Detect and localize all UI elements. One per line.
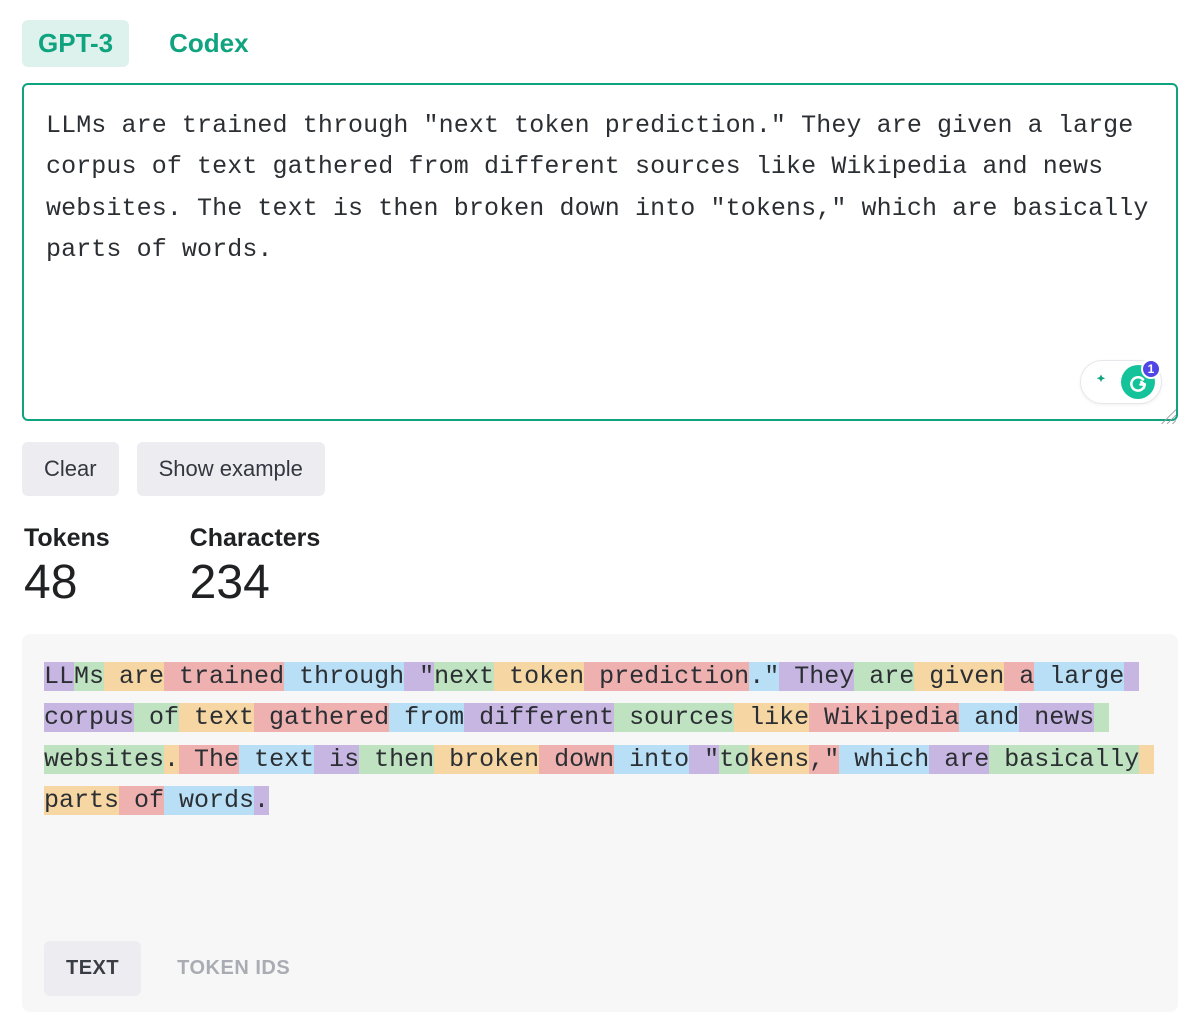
token-span: basically (989, 745, 1139, 774)
input-wrapper: 1 (22, 83, 1178, 426)
show-example-button[interactable]: Show example (137, 442, 325, 496)
tokens-value: 48 (24, 555, 110, 610)
preview-tab-text[interactable]: TEXT (44, 941, 141, 996)
token-span: news (1019, 703, 1094, 732)
token-span: They (779, 662, 854, 691)
token-span: " (404, 662, 434, 691)
token-span: are (854, 662, 914, 691)
token-span: through (284, 662, 404, 691)
token-span: . (254, 786, 269, 815)
token-span: The (179, 745, 239, 774)
token-span: are (104, 662, 164, 691)
token-span: gathered (254, 703, 389, 732)
token-span: and (959, 703, 1019, 732)
grammarly-widget[interactable]: 1 (1080, 360, 1162, 404)
clear-button[interactable]: Clear (22, 442, 119, 496)
token-span: text (239, 745, 314, 774)
token-span: sources (614, 703, 734, 732)
token-span: token (494, 662, 584, 691)
tokens-stat: Tokens 48 (24, 524, 110, 610)
token-span: down (539, 745, 614, 774)
tokenized-text: LLMs are trained through "next token pre… (44, 656, 1156, 821)
token-span: text (179, 703, 254, 732)
token-span: Ms (74, 662, 104, 691)
token-span: then (359, 745, 434, 774)
stats-row: Tokens 48 Characters 234 (22, 524, 1178, 610)
characters-value: 234 (190, 555, 321, 610)
token-span: large (1034, 662, 1124, 691)
characters-label: Characters (190, 524, 321, 553)
token-span: Wikipedia (809, 703, 959, 732)
token-span: which (839, 745, 929, 774)
tab-gpt3[interactable]: GPT-3 (22, 20, 129, 67)
token-span: words (164, 786, 254, 815)
token-span: given (914, 662, 1004, 691)
token-span: is (314, 745, 359, 774)
token-span: ," (809, 745, 839, 774)
page-root: GPT-3 Codex 1 (0, 0, 1200, 1030)
token-span: LL (44, 662, 74, 691)
token-span: to (719, 745, 749, 774)
characters-stat: Characters 234 (190, 524, 321, 610)
token-span: different (464, 703, 614, 732)
token-span: broken (434, 745, 539, 774)
token-span: trained (164, 662, 284, 691)
token-span: of (119, 786, 164, 815)
tokenizer-input[interactable] (22, 83, 1178, 421)
token-span: next (434, 662, 494, 691)
grammarly-count-badge: 1 (1141, 359, 1161, 379)
grammarly-icon: 1 (1121, 365, 1155, 399)
tab-codex[interactable]: Codex (153, 20, 264, 67)
token-span: a (1004, 662, 1034, 691)
preview-tabs: TEXT TOKEN IDS (44, 941, 1156, 996)
model-tabs: GPT-3 Codex (22, 18, 1178, 75)
token-span: . (164, 745, 179, 774)
token-span: " (689, 745, 719, 774)
token-span: kens (749, 745, 809, 774)
token-span: like (734, 703, 809, 732)
preview-tab-token-ids[interactable]: TOKEN IDS (155, 941, 312, 996)
lightbulb-icon (1087, 368, 1115, 396)
token-span: prediction (584, 662, 749, 691)
token-span: ." (749, 662, 779, 691)
token-span: into (614, 745, 689, 774)
tokens-label: Tokens (24, 524, 110, 553)
token-span: are (929, 745, 989, 774)
button-row: Clear Show example (22, 442, 1178, 496)
token-preview-panel: LLMs are trained through "next token pre… (22, 634, 1178, 1012)
token-span: of (134, 703, 179, 732)
token-span: from (389, 703, 464, 732)
